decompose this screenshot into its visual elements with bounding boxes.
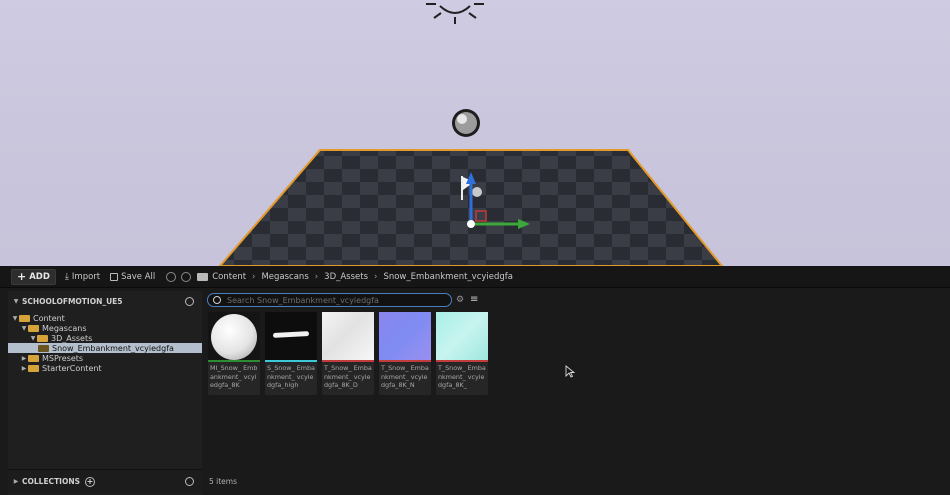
settings-icon[interactable]: ⚙ [456, 295, 464, 305]
forward-icon[interactable] [181, 271, 192, 282]
content-browser: + ADD ⤓ Import Save All Content › Megasc… [0, 266, 950, 495]
chevron-right-icon: ▶ [21, 354, 27, 362]
chevron-down-icon: ▼ [13, 297, 19, 305]
item-count: 5 items [209, 477, 238, 486]
asset-tile-material-instance[interactable]: MI_Snow_ Embankment_ vcyiedgfa_8K [208, 312, 260, 395]
asset-type-strip [265, 360, 317, 362]
save-all-button[interactable]: Save All [105, 269, 160, 285]
project-header[interactable]: ▼ SCHOOLOFMOTION_UE5 [8, 291, 202, 311]
asset-type-strip [322, 360, 374, 362]
breadcrumb-snow-embankment[interactable]: Snow_Embankment_vcyiedgfa [383, 272, 513, 282]
material-sphere-thumbnail [208, 312, 260, 360]
chevron-down-icon: ▼ [12, 314, 18, 322]
tree-item-startercontent[interactable]: ▶ StarterContent [8, 363, 202, 373]
level-viewport[interactable] [0, 0, 950, 266]
folder-icon [38, 344, 49, 352]
asset-type-strip [436, 360, 488, 362]
asset-tile-texture-packed[interactable]: T_Snow_ Embankment_ vcyiedgfa_8K_ [436, 312, 488, 395]
add-collection-icon[interactable]: + [85, 476, 96, 487]
breadcrumb-3d-assets[interactable]: 3D_Assets [324, 272, 368, 282]
folder-open-icon [28, 324, 39, 332]
asset-type-strip [208, 360, 260, 362]
asset-tile-static-mesh[interactable]: S_Snow_ Embankment_ vcyiedgfa_high [265, 312, 317, 395]
mesh-thumbnail [265, 312, 317, 360]
asset-tile-texture-normal[interactable]: T_Snow_ Embankment_ vcyiedgfa_8K_N [379, 312, 431, 395]
folder-open-icon [37, 334, 48, 342]
collections-label: COLLECTIONS [22, 477, 81, 486]
folder-icon [28, 364, 39, 372]
search-icon [213, 296, 221, 304]
tree-item-mspresets[interactable]: ▶ MSPresets [8, 353, 202, 363]
asset-view: Search Snow_Embankment_vcyiedgfa ⚙ ≡ MI_… [204, 291, 950, 495]
chevron-right-icon: › [374, 271, 378, 282]
sphere-reflection-icon[interactable] [452, 109, 480, 137]
chevron-down-icon: ▼ [21, 324, 27, 332]
texture-normal-thumbnail [379, 312, 431, 360]
search-placeholder: Search Snow_Embankment_vcyiedgfa [227, 295, 379, 305]
project-label: SCHOOLOFMOTION_UE5 [22, 296, 123, 306]
chevron-right-icon: › [252, 271, 256, 282]
mouse-cursor-icon [565, 365, 575, 378]
asset-tile-texture-diffuse[interactable]: T_Snow_ Embankment_ vcyiedgfa_8K_D [322, 312, 374, 395]
chevron-right-icon: ▶ [13, 478, 19, 485]
import-button[interactable]: ⤓ Import [60, 269, 105, 285]
plus-icon: + [17, 270, 27, 283]
texture-packed-thumbnail [436, 312, 488, 360]
tree-item-megascans[interactable]: ▼ Megascans [8, 323, 202, 333]
breadcrumb-content[interactable]: Content [212, 272, 246, 282]
chevron-right-icon: ▶ [21, 364, 27, 372]
asset-search-field[interactable]: Search Snow_Embankment_vcyiedgfa [207, 293, 452, 307]
sources-panel: ▼ SCHOOLOFMOTION_UE5 ▼ Content ▼ Megascans… [8, 291, 202, 495]
tree-item-content[interactable]: ▼ Content [8, 313, 202, 323]
viewport-scene [218, 3, 724, 266]
folder-open-icon [19, 314, 30, 322]
content-toolbar: + ADD ⤓ Import Save All Content › Megasc… [0, 266, 950, 288]
save-icon [110, 272, 119, 281]
filter-icon[interactable]: ≡ [470, 294, 478, 305]
import-icon: ⤓ [64, 271, 69, 282]
chevron-right-icon: › [314, 271, 319, 282]
tree-item-3d-assets[interactable]: ▼ 3D_Assets [8, 333, 202, 343]
folder-icon [197, 272, 209, 281]
asset-type-strip [379, 360, 431, 362]
collections-header[interactable]: ▶ COLLECTIONS + [8, 469, 202, 493]
chevron-down-icon: ▼ [30, 334, 36, 342]
folder-icon [28, 354, 39, 362]
search-icon[interactable] [185, 477, 194, 486]
texture-diffuse-thumbnail [322, 312, 374, 360]
search-icon[interactable] [185, 296, 194, 306]
folder-tree: ▼ Content ▼ Megascans ▼ 3D_Assets Snow_Emba… [8, 313, 202, 373]
sky-light-icon[interactable] [426, 3, 484, 24]
add-button[interactable]: + ADD [11, 268, 56, 285]
back-icon[interactable] [166, 271, 177, 282]
tree-item-snow-embankment[interactable]: Snow_Embankment_vcyiedgfa [8, 343, 202, 353]
breadcrumb-megascans[interactable]: Megascans [261, 272, 308, 282]
